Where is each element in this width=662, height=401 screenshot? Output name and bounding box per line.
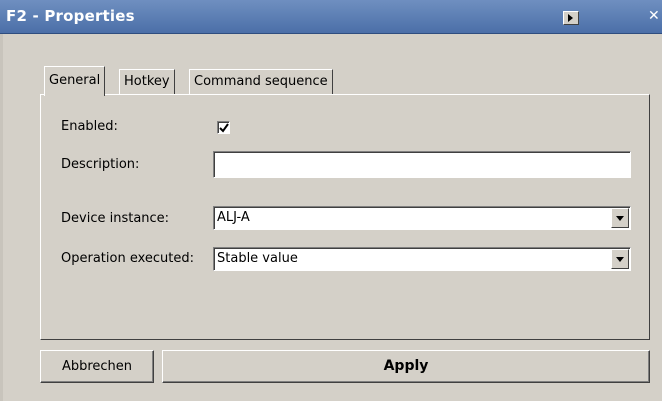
- menu-triangle-button[interactable]: [563, 11, 579, 25]
- tab-label: General: [49, 73, 101, 88]
- device-instance-label: Device instance:: [61, 211, 170, 226]
- title-bar: F2 - Properties ✕: [0, 0, 662, 34]
- window-title: F2 - Properties: [6, 7, 135, 25]
- close-icon[interactable]: ✕: [648, 8, 660, 24]
- operation-executed-value: Stable value: [217, 251, 298, 266]
- description-field[interactable]: [213, 151, 631, 178]
- window-edge: [0, 34, 3, 401]
- enabled-label: Enabled:: [61, 119, 118, 134]
- description-label: Description:: [61, 157, 140, 172]
- device-instance-select[interactable]: ALJ-A: [213, 206, 631, 230]
- apply-button-label: Apply: [383, 358, 429, 374]
- apply-button[interactable]: Apply: [162, 350, 650, 383]
- tab-general[interactable]: General: [44, 66, 106, 96]
- tab-label: Hotkey: [124, 74, 170, 89]
- device-instance-value: ALJ-A: [217, 210, 250, 225]
- tab-hotkey[interactable]: Hotkey: [119, 69, 175, 95]
- cancel-button[interactable]: Abbrechen: [40, 350, 154, 383]
- operation-executed-label: Operation executed:: [61, 251, 195, 266]
- operation-executed-select[interactable]: Stable value: [213, 247, 631, 271]
- operation-executed-dropdown-button[interactable]: [611, 249, 629, 269]
- cancel-button-label: Abbrechen: [61, 359, 133, 374]
- tab-label: Command sequence: [194, 74, 328, 89]
- enabled-checkbox[interactable]: [217, 121, 230, 134]
- device-instance-dropdown-button[interactable]: [611, 208, 629, 228]
- tab-command-sequence[interactable]: Command sequence: [189, 69, 333, 95]
- tab-panel-general: Enabled: Description: Device instance: A…: [40, 94, 650, 340]
